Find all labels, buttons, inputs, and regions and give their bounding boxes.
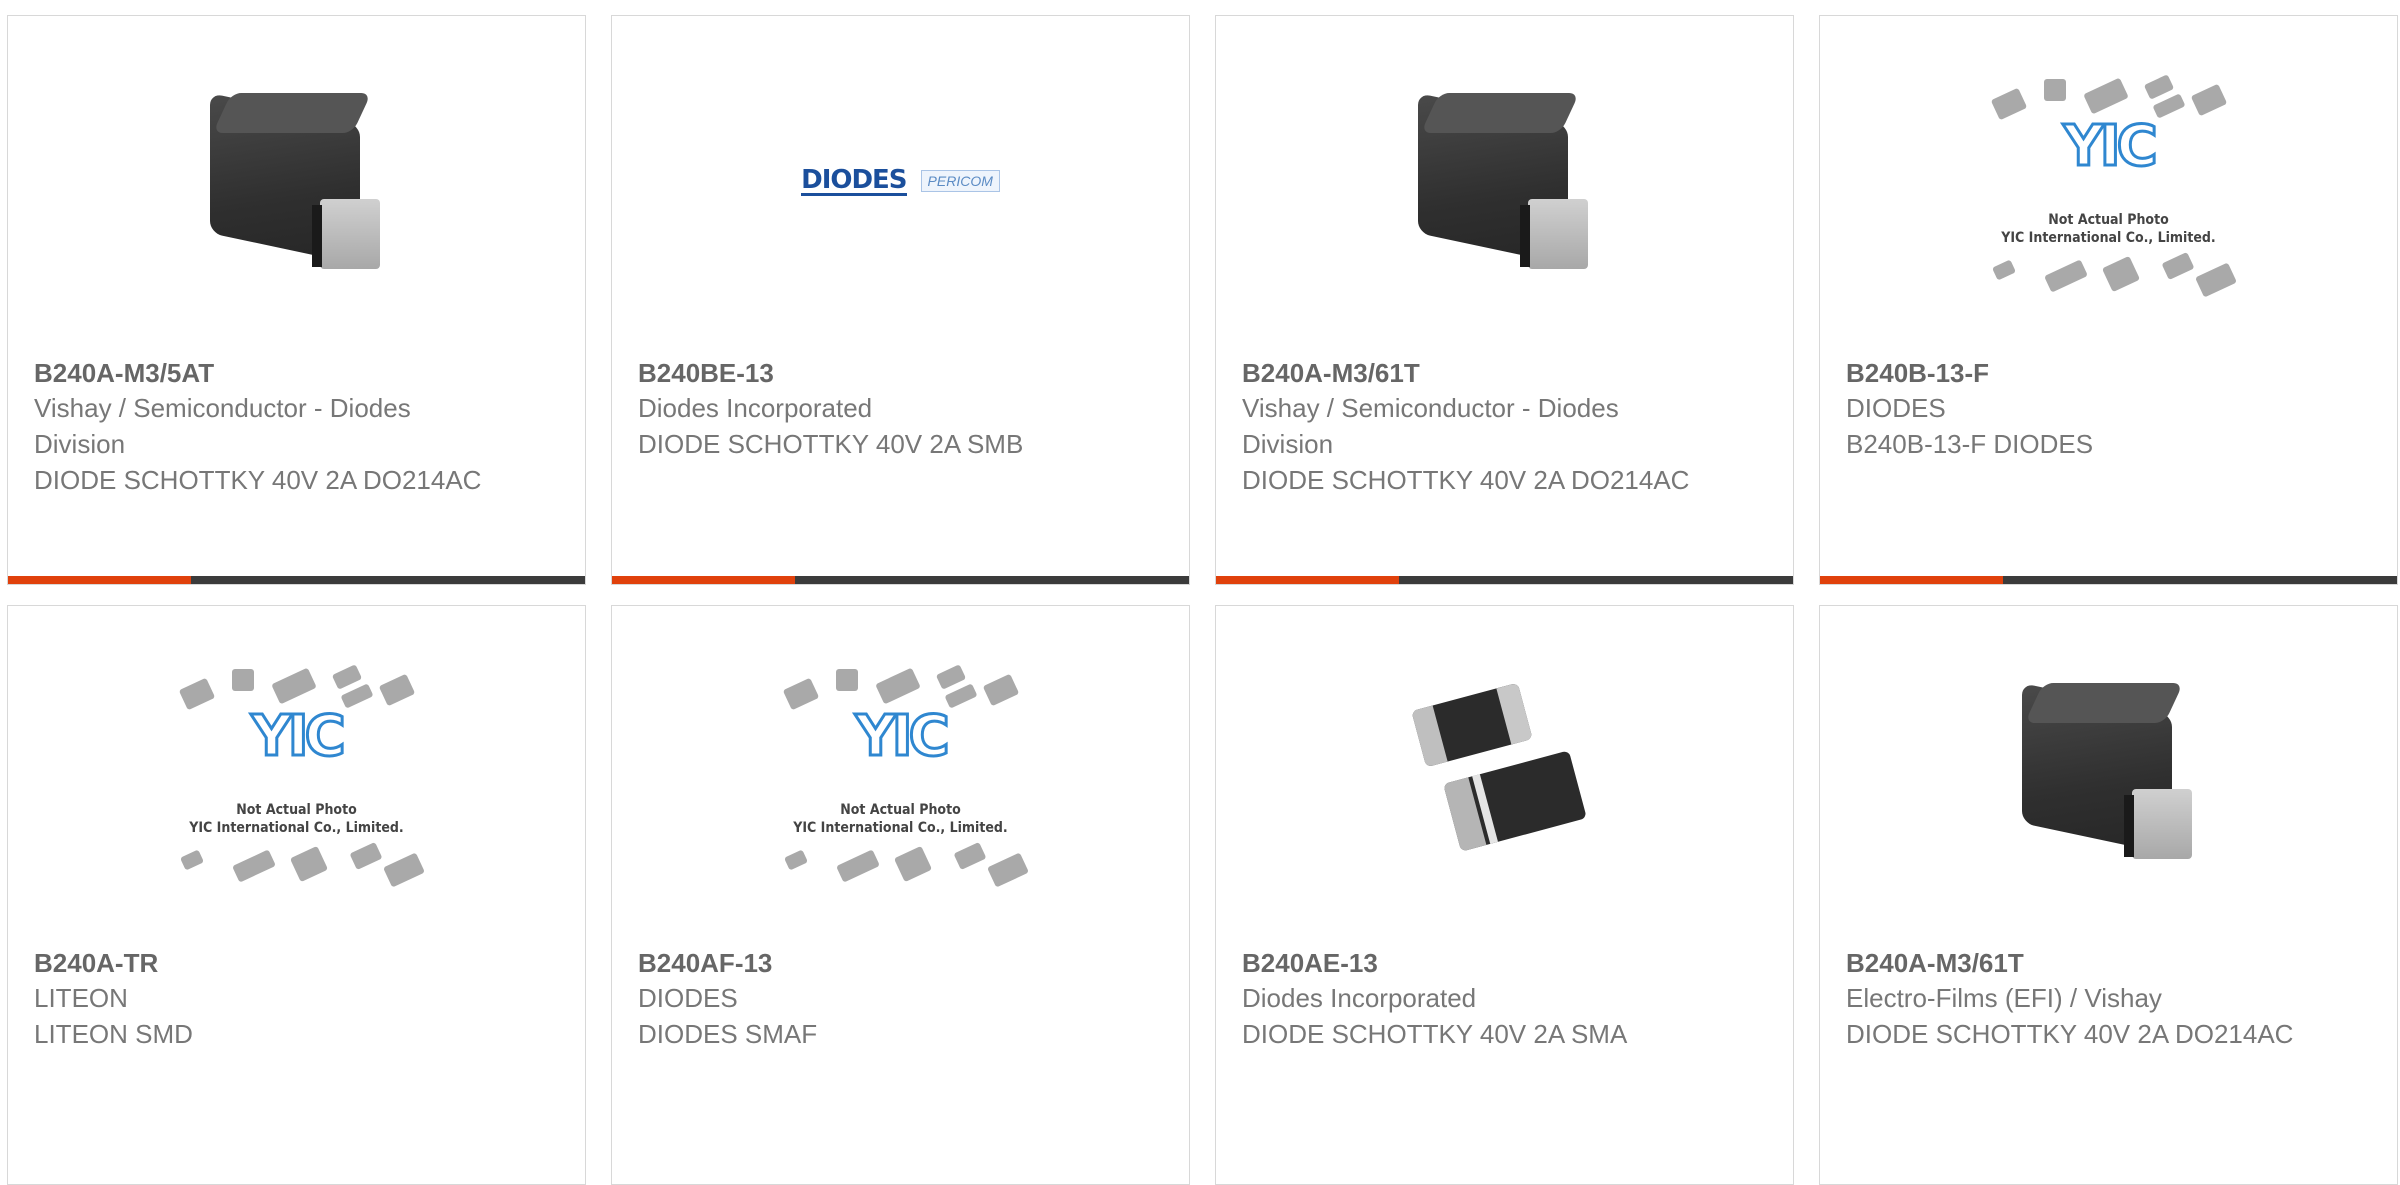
product-card[interactable]: YIC Not Actual Photo YIC International C… bbox=[7, 605, 586, 1185]
manufacturer: LITEON bbox=[34, 983, 128, 1013]
product-image[interactable]: DIODES PERICOM bbox=[612, 71, 1189, 291]
manufacturer: DIODES bbox=[638, 983, 738, 1013]
product-card[interactable]: YIC Not Actual Photo YIC International C… bbox=[611, 605, 1190, 1185]
product-card[interactable]: B240A-M3/5AT Vishay / Semiconductor - Di… bbox=[7, 15, 586, 585]
part-number[interactable]: B240A-M3/5AT bbox=[34, 356, 559, 390]
yic-placeholder-image: YIC Not Actual Photo YIC International C… bbox=[766, 653, 1036, 889]
yic-placeholder-image: YIC Not Actual Photo YIC International C… bbox=[1974, 63, 2244, 299]
description: B240B-13-F DIODES bbox=[1846, 429, 2094, 459]
placeholder-caption: Not Actual Photo YIC International Co., … bbox=[793, 802, 1008, 836]
product-image[interactable] bbox=[1216, 661, 1793, 881]
manufacturer: Electro-Films (EFI) / Vishay bbox=[1846, 983, 2162, 1013]
part-number[interactable]: B240BE-13 bbox=[638, 356, 1163, 390]
manufacturer: Diodes Incorporated bbox=[638, 393, 873, 423]
description: DIODE SCHOTTKY 40V 2A SMB bbox=[638, 429, 1024, 459]
product-grid: B240A-M3/5AT Vishay / Semiconductor - Di… bbox=[7, 15, 2400, 1185]
description: DIODE SCHOTTKY 40V 2A DO214AC bbox=[1846, 1019, 2294, 1049]
product-image[interactable] bbox=[1216, 71, 1793, 291]
manufacturer: Vishay / Semiconductor - Diodes Division bbox=[1242, 393, 1619, 459]
part-number[interactable]: B240AE-13 bbox=[1242, 946, 1767, 980]
description: DIODE SCHOTTKY 40V 2A SMA bbox=[1242, 1019, 1628, 1049]
product-card[interactable]: B240AE-13 Diodes Incorporated DIODE SCHO… bbox=[1215, 605, 1794, 1185]
card-bottom-bar bbox=[612, 576, 1189, 584]
part-number[interactable]: B240B-13-F bbox=[1846, 356, 2371, 390]
product-card[interactable]: YIC Not Actual Photo YIC International C… bbox=[1819, 15, 2398, 585]
smd-diode-image bbox=[2014, 671, 2204, 871]
yic-logo: YIC bbox=[250, 703, 347, 770]
product-image[interactable]: YIC Not Actual Photo YIC International C… bbox=[1820, 71, 2397, 298]
placeholder-caption: Not Actual Photo YIC International Co., … bbox=[2001, 212, 2216, 246]
diodes-logo: DIODES PERICOM bbox=[801, 167, 1000, 196]
yic-logo: YIC bbox=[854, 703, 951, 770]
manufacturer: Diodes Incorporated bbox=[1242, 983, 1477, 1013]
yic-logo: YIC bbox=[2062, 113, 2159, 180]
card-bottom-bar bbox=[1216, 576, 1793, 584]
part-number[interactable]: B240A-TR bbox=[34, 946, 559, 980]
smd-diode-pair-image bbox=[1405, 671, 1605, 871]
card-bottom-bar bbox=[8, 576, 585, 584]
product-card[interactable]: B240A-M3/61T Electro-Films (EFI) / Visha… bbox=[1819, 605, 2398, 1185]
description: DIODE SCHOTTKY 40V 2A DO214AC bbox=[1242, 465, 1690, 495]
part-number[interactable]: B240AF-13 bbox=[638, 946, 1163, 980]
product-image[interactable]: YIC Not Actual Photo YIC International C… bbox=[8, 661, 585, 888]
product-image[interactable] bbox=[8, 71, 585, 291]
yic-placeholder-image: YIC Not Actual Photo YIC International C… bbox=[162, 653, 432, 889]
product-image[interactable] bbox=[1820, 661, 2397, 881]
placeholder-caption: Not Actual Photo YIC International Co., … bbox=[189, 802, 404, 836]
smd-diode-image bbox=[202, 81, 392, 281]
part-number[interactable]: B240A-M3/61T bbox=[1846, 946, 2371, 980]
part-number[interactable]: B240A-M3/61T bbox=[1242, 356, 1767, 390]
product-image[interactable]: YIC Not Actual Photo YIC International C… bbox=[612, 661, 1189, 888]
manufacturer: Vishay / Semiconductor - Diodes Division bbox=[34, 393, 411, 459]
smd-diode-image bbox=[1410, 81, 1600, 281]
description: DIODE SCHOTTKY 40V 2A DO214AC bbox=[34, 465, 482, 495]
description: LITEON SMD bbox=[34, 1019, 193, 1049]
description: DIODES SMAF bbox=[638, 1019, 818, 1049]
card-bottom-bar bbox=[1820, 576, 2397, 584]
product-card[interactable]: DIODES PERICOM B240BE-13 Diodes Incorpor… bbox=[611, 15, 1190, 585]
manufacturer: DIODES bbox=[1846, 393, 1946, 423]
product-card[interactable]: B240A-M3/61T Vishay / Semiconductor - Di… bbox=[1215, 15, 1794, 585]
